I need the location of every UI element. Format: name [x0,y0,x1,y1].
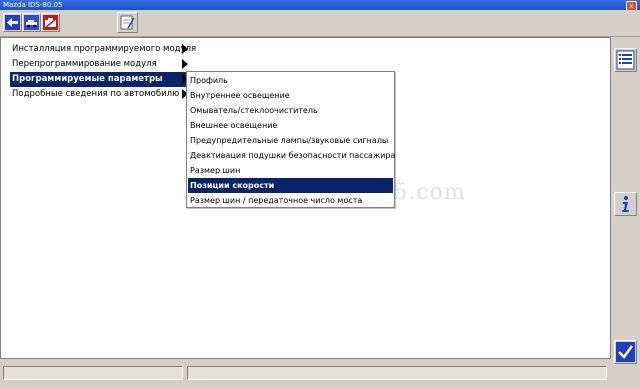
menu-item-label: Подробные сведения по автомобилю [12,89,180,99]
submenu-item-interior-lighting[interactable]: Внутреннее освещение [188,88,393,103]
menu-item-label: Перепрограммирование модуля [12,59,157,69]
vehicle-button[interactable] [22,13,41,32]
submenu-item-label: Размер шин / передаточное число моста [190,196,363,205]
submenu-item-exterior-lighting[interactable]: Внешнее освещение [188,118,393,133]
toolbox-button[interactable] [41,13,60,32]
submenu: Профиль Внутреннее освещение Омыватель/с… [186,71,395,208]
menu-item-module-installation[interactable]: Инсталляция программируемого модуля [10,42,196,57]
menu-item-label: Инсталляция программируемого модуля [12,44,197,54]
submenu-item-label: Внешнее освещение [190,121,278,130]
submenu-item-washer-wiper[interactable]: Омыватель/стеклоочиститель [188,103,393,118]
list-button[interactable] [614,48,637,72]
submenu-item-tire-size[interactable]: Размер шин [188,163,393,178]
window-title: Mazda IDS-80.05 [3,1,63,9]
menu-item-vehicle-details[interactable]: Подробные сведения по автомобилю [10,87,186,102]
status-bar [0,359,611,387]
submenu-item-tire-axle-ratio[interactable]: Размер шин / передаточное число моста [188,193,393,208]
menu-item-label: Программируемые параметры [12,74,163,84]
submenu-item-label: Омыватель/стеклоочиститель [190,106,318,115]
status-field-left [3,366,183,380]
menu-item-programmable-parameters[interactable]: Программируемые параметры [10,72,186,87]
info-button[interactable] [614,192,637,216]
submenu-item-warning-lamps[interactable]: Предупредительные лампы/звуковые сигналы [188,133,393,148]
notepad-button[interactable] [117,12,138,33]
submenu-item-label: Внутреннее освещение [190,91,290,100]
right-toolbar [611,37,640,387]
submenu-item-speed-positions[interactable]: Позиции скорости [188,178,393,193]
confirm-button[interactable] [614,340,637,364]
submenu-item-label: Профиль [190,76,228,85]
chevron-right-icon [182,44,188,54]
submenu-item-airbag-deactivation[interactable]: Деактивация подушки безопасности пассажи… [188,148,396,163]
submenu-item-label: Предупредительные лампы/звуковые сигналы [190,136,389,145]
submenu-item-label: Позиции скорости [190,181,275,190]
toolbar [0,10,640,37]
submenu-item-label: Деактивация подушки безопасности пассажи… [190,151,396,160]
title-bar: Mazda IDS-80.05 x [0,0,640,11]
submenu-item-label: Размер шин [190,166,241,175]
chevron-right-icon [182,59,188,69]
submenu-item-profile[interactable]: Профиль [188,73,393,88]
back-button[interactable] [3,13,22,32]
status-field-right [187,366,607,380]
menu-item-module-reprogramming[interactable]: Перепрограммирование модуля [10,57,186,72]
